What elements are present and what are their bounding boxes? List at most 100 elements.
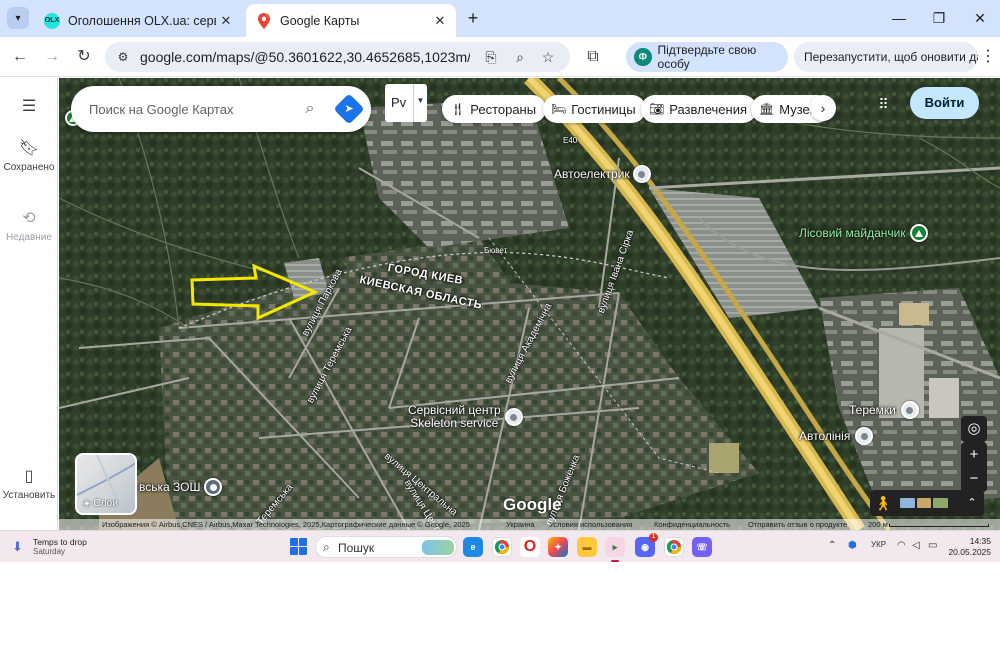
address-bar[interactable]: ⚙ google.com/maps/@50.3601622,30.4652685… [105, 42, 570, 72]
weather-widget[interactable]: ⬇ Temps to drop Saturday [12, 536, 122, 558]
restore-icon: ❐ [932, 10, 946, 26]
search-icon: ⌕ [323, 540, 330, 554]
language-select[interactable]: Рv ▼ [385, 84, 427, 122]
my-location-button[interactable]: ◎ [961, 416, 987, 442]
star-icon[interactable]: ☆ [538, 47, 558, 67]
tab-title: Google Карты [280, 13, 360, 28]
new-tab-button[interactable]: + [462, 8, 484, 30]
search-highlight-art [422, 540, 454, 555]
pin-icon [632, 165, 651, 183]
poi-teremky[interactable]: Теремки [849, 401, 919, 419]
search-input[interactable] [89, 99, 289, 119]
layers-icon: ◈ [83, 498, 94, 509]
imagery-thumbnails[interactable] [900, 498, 949, 508]
close-icon[interactable]: ✕ [430, 13, 450, 29]
security-icon[interactable]: ⬢ [848, 540, 857, 551]
edge-icon[interactable]: e [463, 537, 483, 557]
saved-button[interactable]: 🔖︎ Сохранено [0, 140, 58, 174]
terms-link[interactable]: Условия использования [549, 519, 632, 530]
arrow-right-icon: → [44, 48, 60, 65]
chip-hotels[interactable]: 🛏︎ Гостиницы [543, 95, 646, 123]
taskbar-search[interactable]: ⌕ Пошук [315, 536, 457, 558]
profile-button[interactable]: Ф Підтвердьте свою особу [626, 42, 788, 72]
country-link[interactable]: Украина [506, 519, 535, 530]
input-language[interactable]: УКР [871, 540, 886, 549]
plus-icon: + [467, 8, 479, 28]
start-button[interactable] [290, 538, 307, 555]
expand-up-icon[interactable]: ⌃ [964, 493, 980, 513]
tab-title: Оголошення OLX.ua: сервіс он [68, 13, 216, 28]
system-clock[interactable]: 14:35 20.05.2025 [945, 536, 991, 558]
plus-icon: + [969, 446, 979, 463]
forward-button[interactable]: → [40, 45, 64, 69]
tree-icon [909, 224, 928, 242]
tab-search-button[interactable]: ▾ [7, 7, 29, 29]
privacy-link[interactable]: Конфиденциальность [654, 519, 730, 530]
history-icon: ⟲ [22, 210, 36, 227]
poi-avtoelektryk[interactable]: Автоелектрик [554, 165, 651, 183]
recent-button[interactable]: ⟲ Недавние [0, 210, 58, 244]
restore-button[interactable]: ❐ [928, 8, 950, 30]
map-canvas[interactable]: вулиця Паркова вулиця Теремська вулиця А… [59, 78, 1000, 530]
opera-icon[interactable]: O [520, 537, 540, 557]
close-icon[interactable]: ✕ [216, 13, 236, 29]
url-text[interactable]: google.com/maps/@50.3601622,30.4652685,1… [140, 49, 470, 65]
layers-button[interactable]: ◈ Слои [75, 453, 137, 515]
search-icon[interactable]: ⌕ [299, 98, 321, 120]
poi-lisovyi-maidanchyk[interactable]: Лісовий майданчик [799, 224, 928, 242]
chrome-profile-icon[interactable] [664, 537, 684, 557]
tab-olx[interactable]: OLX Оголошення OLX.ua: сервіс он ✕ [34, 4, 242, 37]
notification-badge: 1 [649, 533, 658, 542]
sign-in-button[interactable]: Войти [910, 87, 979, 119]
profile-pill-label: Підтвердьте свою особу [657, 43, 757, 71]
attribution-bar: Изображения © Airbus,CNES / Airbus,Maxar… [59, 519, 1000, 530]
directions-icon[interactable]: ➤ [333, 93, 365, 125]
poi-avtoliniia[interactable]: Автолінія [799, 427, 874, 445]
show-hidden-icons-icon[interactable]: ⌃ [828, 540, 836, 551]
tab-google-maps[interactable]: Google Карты ✕ [246, 4, 456, 37]
more-menu-icon[interactable]: ⋮ [980, 45, 996, 69]
chip-entertainment[interactable]: 📷︎ Развлечения [641, 95, 757, 123]
back-button[interactable]: ← [8, 45, 32, 69]
discord-icon[interactable]: ◉ 1 [635, 533, 658, 557]
chevron-down-icon: ▾ [15, 12, 21, 24]
file-explorer-icon[interactable]: ▬ [577, 537, 597, 557]
street-view-bar[interactable]: 🚶︎ ⌃ [870, 490, 984, 516]
road-label: E40 [563, 136, 578, 145]
poi-label-line: Skeleton service [410, 416, 499, 430]
extensions-button[interactable]: ⧉ [581, 45, 605, 69]
poi-servis-center[interactable]: Сервісний центр Skeleton service [408, 404, 523, 430]
chip-restaurants[interactable]: 🍴︎ Рестораны [442, 95, 547, 123]
restart-to-update-button[interactable]: Перезапустити, щоб оновити дані [794, 42, 978, 72]
close-window-button[interactable]: ✕ [969, 8, 991, 30]
chips-next-button[interactable]: › [810, 95, 836, 121]
zoom-icon[interactable]: ⌕ [510, 47, 530, 67]
zoom-in-button[interactable]: + [961, 442, 987, 468]
site-info-icon[interactable]: ⚙ [113, 47, 133, 67]
reload-button[interactable]: ↻ [72, 45, 96, 69]
pegman-icon[interactable]: 🚶︎ [874, 493, 892, 513]
volume-icon[interactable]: ◁ [912, 540, 920, 551]
google-apps-icon[interactable]: ⠿ [873, 94, 893, 114]
install-app-button[interactable]: ▯ Установить [0, 468, 58, 502]
chip-label: Развлечения [669, 101, 747, 117]
zoom-out-button[interactable]: − [961, 466, 987, 492]
close-icon: ✕ [974, 10, 986, 26]
maps-side-rail: ☰ 🔖︎ Сохранено ⟲ Недавние ▯ Установить [0, 78, 58, 530]
feedback-link[interactable]: Отправить отзыв о продукте [748, 519, 847, 530]
install-app-icon[interactable]: ⎘ [481, 47, 501, 67]
satellite-imagery [59, 78, 1000, 530]
scale-bar [889, 524, 989, 527]
controller-icon: ◉ [641, 541, 649, 552]
scale-label[interactable]: 200 м [868, 519, 888, 530]
battery-icon[interactable]: ▭ [928, 540, 937, 551]
store-icon[interactable]: ▸ [605, 537, 625, 562]
weather-headline: Temps to drop [33, 537, 87, 547]
menu-button[interactable]: ☰ [0, 98, 58, 120]
wifi-icon[interactable]: ◠ [897, 540, 906, 551]
chrome-icon[interactable] [492, 537, 512, 557]
copilot-icon[interactable]: ✦ [548, 537, 568, 557]
viber-icon[interactable]: ☏ [692, 537, 712, 557]
minimize-button[interactable]: — [888, 8, 910, 30]
poi-school[interactable]: вська ЗОШ [139, 478, 223, 496]
